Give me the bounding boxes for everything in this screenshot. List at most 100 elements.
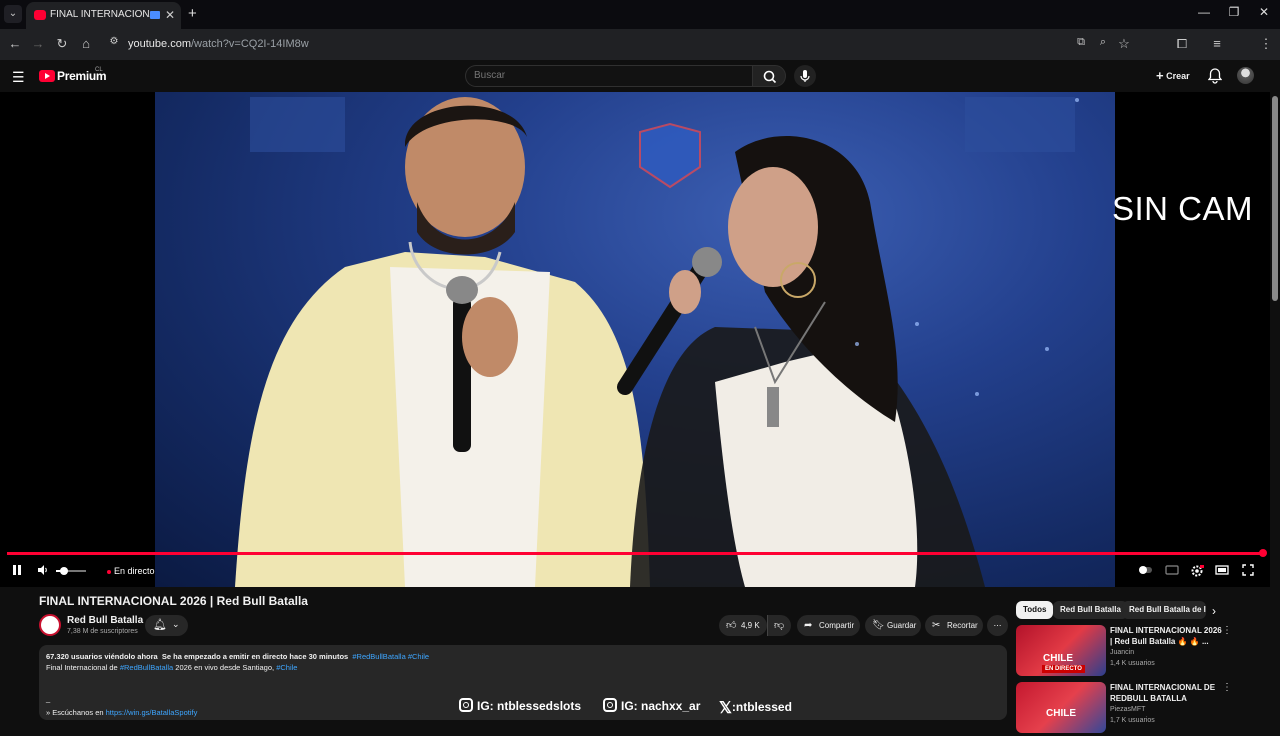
forward-arrow-icon[interactable]: →	[30, 36, 46, 51]
bell-icon: 🔔︎	[153, 619, 167, 631]
voice-search-button[interactable]	[794, 65, 816, 87]
url-field[interactable]: youtube.com/watch?v=CQ2I-14IM8w	[128, 38, 309, 50]
recommendation-channel[interactable]: Juancin	[1110, 649, 1134, 656]
share-button[interactable]: ➦ Compartir	[797, 615, 860, 636]
channel-subscriber-count: 7,38 M de suscriptores	[67, 628, 138, 635]
account-avatar[interactable]	[1237, 67, 1254, 84]
theater-mode-button[interactable]	[1215, 564, 1229, 579]
chip-red-bull-batalla[interactable]: Red Bull Batalla	[1053, 601, 1128, 619]
tab-search-chevron-icon[interactable]: ⌄	[4, 5, 22, 23]
recommendation-item[interactable]: CHILE FINAL INTERNACIONAL DE REDBULL BAT…	[1016, 682, 1256, 736]
progress-bar[interactable]	[7, 552, 1265, 555]
window-close-icon[interactable]: ✕	[1254, 5, 1274, 19]
video-frame[interactable]	[155, 92, 1115, 587]
back-arrow-icon[interactable]: ←	[7, 36, 23, 51]
hashtag-link[interactable]: #Chile	[408, 652, 429, 661]
youtube-logo-icon[interactable]	[39, 70, 55, 82]
recommendation-title[interactable]: FINAL INTERNACIONAL 2026 | Red Bull Bata…	[1110, 625, 1225, 647]
channel-avatar[interactable]	[39, 614, 61, 636]
fullscreen-button[interactable]	[1242, 564, 1254, 579]
channel-name[interactable]: Red Bull Batalla ●	[67, 615, 151, 626]
recommendation-channel[interactable]: PiezasMFT	[1110, 706, 1145, 713]
gear-icon	[1191, 565, 1204, 577]
tab-close-icon[interactable]: ✕	[165, 8, 175, 22]
stage-light	[975, 392, 979, 396]
hashtag-link[interactable]: #Chile	[276, 663, 297, 672]
stage-light	[915, 322, 919, 326]
search-input[interactable]	[474, 70, 734, 81]
volume-slider-knob[interactable]	[60, 567, 68, 575]
bookmark-icon: 🔖︎	[872, 620, 885, 631]
new-tab-icon[interactable]: +	[188, 5, 197, 22]
hashtag-link[interactable]: #RedBullBatalla	[120, 663, 173, 672]
overlay-text: SIN CAM	[1112, 190, 1254, 227]
live-indicator[interactable]: En directo	[107, 566, 155, 576]
like-button[interactable]: 👍︎ 4,9 K	[719, 615, 767, 636]
description-text: Final Internacional de	[46, 663, 118, 672]
stream-started: Se ha empezado a emitir en directo hace …	[161, 652, 349, 661]
home-icon[interactable]: ⌂	[78, 36, 94, 51]
chip-red-bull-batalla-de-los[interactable]: Red Bull Batalla de los	[1122, 601, 1206, 619]
browser-menu-icon[interactable]: ⋮	[1258, 36, 1274, 52]
autoplay-toggle[interactable]	[1138, 564, 1154, 579]
minimize-icon[interactable]: —	[1194, 5, 1214, 19]
spotify-link[interactable]: https://win.gs/BatallaSpotify	[106, 708, 198, 717]
x-logo-icon: 𝕏	[719, 700, 732, 717]
description-text: » Escúchanos en	[46, 708, 104, 717]
youtube-header: ☰ Premium CL + Crear	[0, 60, 1280, 92]
more-vertical-icon[interactable]: ⋮	[1222, 682, 1232, 693]
create-button[interactable]: + Crear	[1156, 68, 1190, 83]
video-title: FINAL INTERNACIONAL 2026 | Red Bull Bata…	[39, 594, 308, 608]
more-actions-button[interactable]: ⋯	[987, 615, 1008, 636]
description-text: 2026 en vivo desde Santiago,	[175, 663, 275, 672]
hashtag-link[interactable]: #RedBullBatalla	[352, 652, 405, 661]
share-arrow-icon: ➦	[804, 620, 813, 631]
viewer-count: 67.320 usuarios viéndolo ahora	[46, 652, 158, 661]
instagram-handle-text: IG: ntblessedslots	[477, 699, 582, 713]
stage-scene-illustration	[235, 97, 1075, 587]
reload-icon[interactable]: ↻	[54, 36, 70, 52]
recommendation-item[interactable]: CHILE EN DIRECTO FINAL INTERNACIONAL 202…	[1016, 625, 1256, 679]
chevron-right-icon[interactable]: ›	[1212, 604, 1216, 618]
recommendation-title[interactable]: FINAL INTERNACIONAL DE REDBULL BATALLA	[1110, 682, 1225, 704]
tab-title: FINAL INTERNACIONAL 2026	[50, 9, 150, 20]
autoplay-icon	[1139, 566, 1152, 574]
plus-icon: +	[1156, 68, 1164, 83]
subtitles-icon	[1165, 565, 1179, 575]
subtitles-button[interactable]	[1165, 564, 1179, 579]
recommendation-thumbnail[interactable]: CHILE	[1016, 682, 1106, 733]
search-button[interactable]	[752, 65, 786, 87]
search-box[interactable]	[465, 65, 752, 87]
chip-all[interactable]: Todos	[1016, 601, 1054, 619]
scissors-icon: ✂	[932, 620, 941, 631]
save-label: Guardar	[887, 621, 917, 630]
search-icon	[763, 70, 777, 84]
recommendation-thumbnail[interactable]: CHILE EN DIRECTO	[1016, 625, 1106, 676]
scrollbar-thumb[interactable]	[1272, 96, 1278, 301]
video-player[interactable]: SIN CAM En directo	[0, 92, 1270, 587]
progress-scrubber[interactable]	[1259, 549, 1267, 557]
notifications-button[interactable]	[1207, 68, 1223, 89]
site-info-icon[interactable]: ⚙	[106, 36, 122, 47]
mute-button[interactable]	[37, 564, 49, 579]
install-app-icon[interactable]: ⧉	[1073, 36, 1089, 49]
more-vertical-icon[interactable]: ⋮	[1222, 625, 1232, 636]
guide-menu-icon[interactable]: ☰	[12, 69, 25, 86]
clip-button[interactable]: ✂ Recortar	[925, 615, 983, 636]
pause-button[interactable]	[12, 564, 22, 579]
bookmark-star-icon[interactable]: ☆	[1116, 36, 1132, 52]
restore-icon[interactable]: ❐	[1224, 5, 1244, 19]
subscription-bell-button[interactable]: 🔔︎ ⌄	[145, 615, 188, 636]
fullscreen-icon	[1242, 564, 1254, 576]
country-code: CL	[95, 67, 103, 73]
extensions-puzzle-icon[interactable]: ⧠	[1174, 36, 1190, 52]
chevron-down-icon: ⌄	[172, 619, 180, 629]
settings-button[interactable]	[1190, 564, 1204, 581]
reading-list-icon[interactable]: ≡	[1209, 36, 1225, 51]
dislike-button[interactable]: 👎︎	[767, 615, 791, 636]
thumbnail-text: CHILE	[1043, 653, 1073, 664]
browser-address-bar: ← → ↻ ⌂ ⚙ youtube.com/watch?v=CQ2I-14IM8…	[0, 29, 1280, 80]
save-button[interactable]: 🔖︎ Guardar	[865, 615, 921, 636]
browser-tab-active[interactable]: FINAL INTERNACIONAL 2026 ✕	[26, 2, 181, 29]
zoom-icon[interactable]: ⌕	[1095, 36, 1111, 49]
